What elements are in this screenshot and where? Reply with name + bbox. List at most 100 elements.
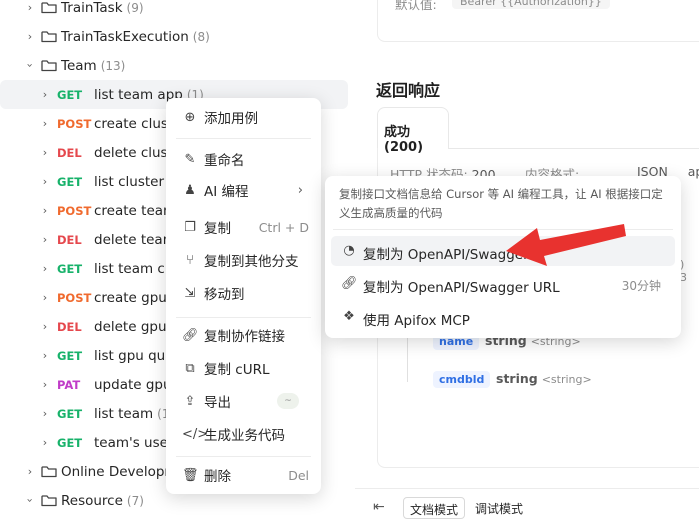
menu-item-generate-code[interactable]: </> 生成业务代码	[172, 419, 315, 449]
export-badge: ~	[277, 393, 299, 409]
method-badge: GET	[57, 261, 83, 276]
method-badge: POST	[57, 116, 92, 131]
doc-mode-button[interactable]: 文档模式	[403, 497, 466, 519]
method-badge: GET	[57, 435, 83, 450]
link-icon: 🔗︎	[341, 276, 358, 291]
chevron-right-icon[interactable]: ›	[38, 233, 52, 246]
menu-item-copy-to-branch[interactable]: ⑂ 复制到其他分支	[172, 245, 315, 275]
mode-bar: ⇤ 文档模式 调试模式	[355, 488, 699, 524]
api-label: delete gpu	[94, 318, 167, 335]
api-label: team's user	[94, 434, 174, 451]
folder-icon	[41, 494, 57, 507]
chevron-right-icon[interactable]: ›	[38, 349, 52, 362]
mcp-icon: ❖	[343, 309, 355, 324]
chevron-down-icon[interactable]: ›	[24, 59, 37, 73]
ai-icon: ♟	[184, 182, 196, 198]
menu-divider	[176, 317, 311, 318]
chevron-right-icon[interactable]: ›	[38, 146, 52, 159]
tree-folder-traintask[interactable]: › TrainTask (9)	[0, 0, 355, 22]
menu-item-export[interactable]: ⇪ 导出 ~	[172, 386, 315, 416]
folder-icon	[41, 1, 57, 14]
move-icon: ⇲	[184, 285, 196, 301]
folder-label: TrainTaskExecution (8)	[61, 28, 210, 45]
chevron-right-icon[interactable]: ›	[38, 320, 52, 333]
method-badge: GET	[57, 174, 83, 189]
method-badge: GET	[57, 87, 83, 102]
chevron-right-icon[interactable]: ›	[23, 30, 37, 43]
response-section-title: 返回响应	[376, 81, 441, 100]
chevron-right-icon[interactable]: ›	[23, 1, 37, 14]
edit-icon: ✎	[184, 151, 196, 167]
default-value-label: 默认值:	[395, 0, 437, 12]
api-label: list cluster n	[94, 173, 177, 190]
folder-icon	[41, 465, 57, 478]
chevron-right-icon[interactable]: ›	[38, 88, 52, 101]
tree-folder-team[interactable]: › Team (13)	[0, 51, 355, 80]
folder-label: Resource (7)	[61, 492, 144, 509]
chevron-right-icon[interactable]: ›	[38, 117, 52, 130]
menu-item-copy-curl[interactable]: ⧉ 复制 cURL	[172, 353, 315, 383]
menu-item-delete[interactable]: 🗑︎ 删除 Del	[172, 460, 315, 490]
tree-folder-traintaskexecution[interactable]: › TrainTaskExecution (8)	[0, 22, 355, 51]
schema-field-name: cmdbld	[433, 371, 491, 388]
debug-mode-button[interactable]: 调试模式	[469, 497, 529, 519]
api-label: delete clust	[94, 144, 173, 161]
chevron-right-icon[interactable]: ›	[38, 175, 52, 188]
submenu-description: 复制接口文档信息给 Cursor 等 AI 编程工具，让 AI 根据接口定义生成…	[339, 187, 663, 220]
folder-label: Team (13)	[61, 57, 126, 74]
branch-icon: ⑂	[186, 252, 194, 268]
chevron-right-icon[interactable]: ›	[23, 465, 37, 478]
default-value-tag: Bearer {{Authorization}}	[452, 0, 610, 9]
method-badge: DEL	[57, 232, 82, 247]
api-label: list team clu	[94, 260, 178, 277]
schema-tree-line	[407, 338, 408, 382]
chevron-right-icon[interactable]: ›	[38, 291, 52, 304]
menu-item-copy[interactable]: ❐ 复制 Ctrl + D	[172, 212, 315, 242]
chevron-right-icon[interactable]: ›	[38, 436, 52, 449]
method-badge: GET	[57, 348, 83, 363]
method-badge: DEL	[57, 145, 82, 160]
schema-field-type: string <string>	[496, 371, 592, 386]
expiry-note: 30分钟	[621, 279, 661, 293]
menu-item-move-to[interactable]: ⇲ 移动到	[172, 278, 315, 308]
method-badge: GET	[57, 406, 83, 421]
menu-item-ai-coding[interactable]: ♟ AI 编程 ›	[172, 175, 315, 205]
response-tab-200[interactable]: 成功(200)	[377, 107, 449, 155]
api-label: list gpu quo	[94, 347, 174, 364]
collapse-left-icon[interactable]: ⇤	[373, 499, 385, 515]
api-label: create team	[94, 202, 177, 219]
folder-label: TrainTask (9)	[61, 0, 144, 16]
shortcut-hint: Del	[288, 467, 309, 483]
openapi-icon: ◔	[343, 243, 355, 258]
api-label: create clust	[94, 115, 174, 132]
method-badge: PAT	[57, 377, 81, 392]
curl-icon: ⧉	[185, 360, 195, 376]
code-icon: </>	[182, 426, 209, 442]
folder-icon	[41, 59, 57, 72]
chevron-right-icon: ›	[297, 182, 303, 198]
chevron-right-icon[interactable]: ›	[38, 407, 52, 420]
copy-icon: ❐	[184, 219, 196, 235]
chevron-down-icon[interactable]: ›	[24, 494, 37, 508]
chevron-right-icon[interactable]: ›	[38, 204, 52, 217]
context-menu: ⊕ 添加用例 ✎ 重命名 ♟ AI 编程 › ❐ 复制 Ctrl + D ⑂ 复…	[166, 98, 321, 494]
menu-divider	[176, 456, 311, 457]
export-icon: ⇪	[184, 393, 196, 409]
folder-icon	[41, 30, 57, 43]
annotation-arrow-icon	[506, 224, 626, 266]
folder-label: Online Developm	[61, 463, 178, 480]
chevron-right-icon[interactable]: ›	[38, 378, 52, 391]
link-icon: 🔗︎	[182, 327, 199, 343]
menu-item-copy-collab-link[interactable]: 🔗︎ 复制协作链接	[172, 320, 315, 350]
shortcut-hint: Ctrl + D	[258, 219, 309, 235]
api-label: delete team	[94, 231, 176, 248]
menu-item-add-case[interactable]: ⊕ 添加用例	[172, 102, 315, 132]
api-label: create gpu	[94, 289, 167, 306]
chevron-right-icon[interactable]: ›	[38, 262, 52, 275]
menu-item-rename[interactable]: ✎ 重命名	[172, 144, 315, 174]
method-badge: POST	[57, 203, 92, 218]
add-case-icon: ⊕	[184, 109, 196, 125]
menu-divider	[176, 138, 311, 139]
menu-item-apifox-mcp[interactable]: ❖ 使用 Apifox MCP	[331, 302, 675, 332]
method-badge: POST	[57, 290, 92, 305]
